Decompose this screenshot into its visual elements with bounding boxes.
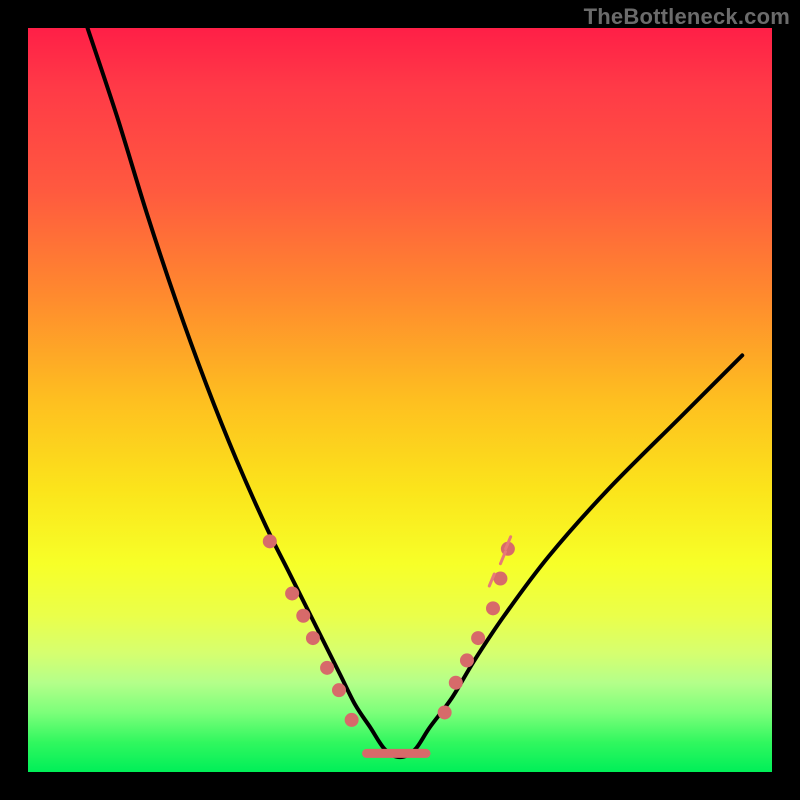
marker-dot-right xyxy=(438,705,452,719)
marker-dot-left xyxy=(285,586,299,600)
bottleneck-curve xyxy=(28,28,772,772)
marker-dot-right xyxy=(449,676,463,690)
marker-dot-left xyxy=(296,609,310,623)
marker-dot-left xyxy=(345,713,359,727)
curve-path xyxy=(88,28,743,757)
marker-dot-left xyxy=(263,534,277,548)
watermark-label: TheBottleneck.com xyxy=(584,4,790,30)
marker-dot-left xyxy=(332,683,346,697)
marker-dot-right xyxy=(486,601,500,615)
plot-area xyxy=(28,28,772,772)
marker-tick xyxy=(489,574,494,586)
marker-dot-right xyxy=(471,631,485,645)
marker-dot-left xyxy=(306,631,320,645)
marker-dot-left xyxy=(320,661,334,675)
marker-dot-right xyxy=(460,653,474,667)
chart-frame: TheBottleneck.com xyxy=(0,0,800,800)
